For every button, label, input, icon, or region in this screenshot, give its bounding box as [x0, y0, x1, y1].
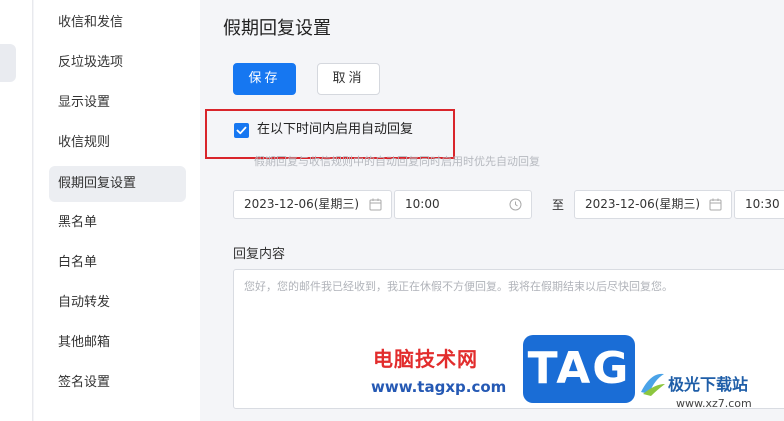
page-title: 假期回复设置: [223, 18, 331, 39]
sidebar-item-antispam[interactable]: 反垃圾选项: [49, 45, 186, 81]
start-date-value: 2023-12-06(星期三): [244, 197, 360, 211]
sidebar-item-signature[interactable]: 签名设置: [49, 365, 186, 401]
watermark-site-name: 电脑技术网: [373, 347, 478, 371]
sidebar-item-auto-forward[interactable]: 自动转发: [49, 285, 186, 321]
save-button[interactable]: 保存: [233, 63, 296, 95]
settings-sidebar: 收信和发信 反垃圾选项 显示设置 收信规则 假期回复设置 黑名单 白名单 自动转…: [34, 0, 200, 421]
jiguang-logo-icon: [641, 373, 665, 396]
start-time-input[interactable]: 10:00: [394, 190, 532, 219]
watermark-jiguang-url: www.xz7.com: [676, 397, 752, 410]
end-date-value: 2023-12-06(星期三): [585, 197, 701, 211]
end-time-value: 10:30: [745, 197, 780, 211]
calendar-icon: [709, 198, 722, 211]
to-separator: 至: [552, 198, 565, 212]
end-time-input[interactable]: 10:30: [734, 190, 784, 219]
calendar-icon: [369, 198, 382, 211]
end-date-input[interactable]: 2023-12-06(星期三): [574, 190, 732, 219]
reply-content-placeholder: 您好，您的邮件我已经收到，我正在休假不方便回复。我将在假期结束以后尽快回复您。: [244, 280, 673, 293]
app-nav-selected-indicator[interactable]: [0, 44, 16, 82]
enable-auto-reply-checkbox[interactable]: [234, 123, 249, 138]
sidebar-item-receive-send[interactable]: 收信和发信: [49, 5, 186, 41]
main-panel: 假期回复设置 保存 取消 在以下时间内启用自动回复 假期回复与收信规则中的自动回…: [201, 0, 784, 421]
watermark-site-url: www.tagxp.com: [371, 378, 507, 396]
sidebar-item-blacklist[interactable]: 黑名单: [49, 205, 186, 241]
sidebar-item-rules[interactable]: 收信规则: [49, 125, 186, 161]
hint-text: 假期回复与收信规则中的自动回复同时启用时优先自动回复: [254, 155, 540, 168]
app-nav-strip: [0, 0, 33, 421]
reply-content-label: 回复内容: [233, 247, 286, 262]
tag-logo: TAG: [523, 335, 635, 403]
sidebar-item-whitelist[interactable]: 白名单: [49, 245, 186, 281]
enable-auto-reply-label[interactable]: 在以下时间内启用自动回复: [257, 120, 413, 140]
sidebar-item-other-mailbox[interactable]: 其他邮箱: [49, 325, 186, 361]
sidebar-item-display[interactable]: 显示设置: [49, 85, 186, 121]
check-icon: [236, 126, 247, 135]
watermark-jiguang-name: 极光下载站: [668, 375, 749, 394]
cancel-button[interactable]: 取消: [317, 63, 380, 95]
start-date-input[interactable]: 2023-12-06(星期三): [233, 190, 392, 219]
clock-icon: [509, 198, 522, 211]
sidebar-item-vacation-reply[interactable]: 假期回复设置: [49, 166, 186, 202]
start-time-value: 10:00: [405, 197, 440, 211]
